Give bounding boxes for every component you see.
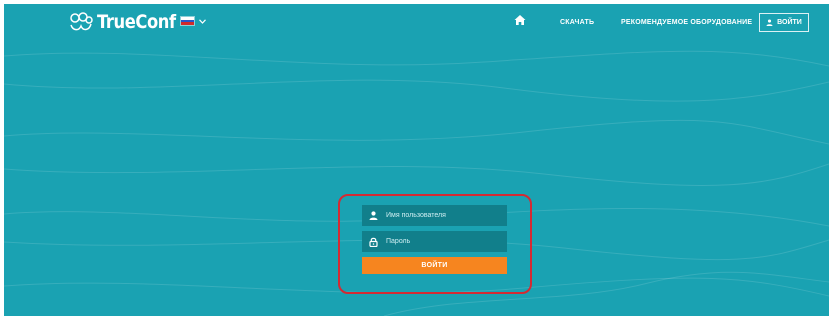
lock-icon — [367, 236, 379, 248]
trueconf-logo-icon — [70, 12, 93, 31]
header-login-button[interactable]: ВОЙТИ — [759, 13, 809, 32]
header-login-label: ВОЙТИ — [777, 19, 802, 26]
chevron-down-icon — [199, 18, 206, 24]
password-input[interactable] — [386, 238, 496, 245]
language-selector[interactable] — [180, 16, 206, 26]
nav-equipment-link[interactable]: РЕКОМЕНДУЕМОЕ ОБОРУДОВАНИЕ — [621, 19, 752, 26]
username-input[interactable] — [386, 212, 496, 219]
russian-flag-icon — [180, 16, 195, 26]
brand-logo[interactable]: TrueConf — [68, 11, 188, 33]
nav-download-link[interactable]: СКАЧАТЬ — [560, 19, 594, 26]
password-field[interactable] — [362, 231, 507, 252]
user-icon — [367, 210, 379, 222]
top-navigation: TrueConf СКАЧАТЬ РЕКОМЕНДУЕМОЕ ОБОРУДОВА… — [4, 4, 829, 38]
user-icon — [766, 19, 773, 26]
username-field[interactable] — [362, 205, 507, 226]
home-icon[interactable] — [514, 14, 526, 26]
login-page: TrueConf СКАЧАТЬ РЕКОМЕНДУЕМОЕ ОБОРУДОВА… — [4, 4, 829, 316]
brand-name: TrueConf — [97, 11, 176, 33]
login-submit-button[interactable]: ВОЙТИ — [362, 257, 507, 274]
